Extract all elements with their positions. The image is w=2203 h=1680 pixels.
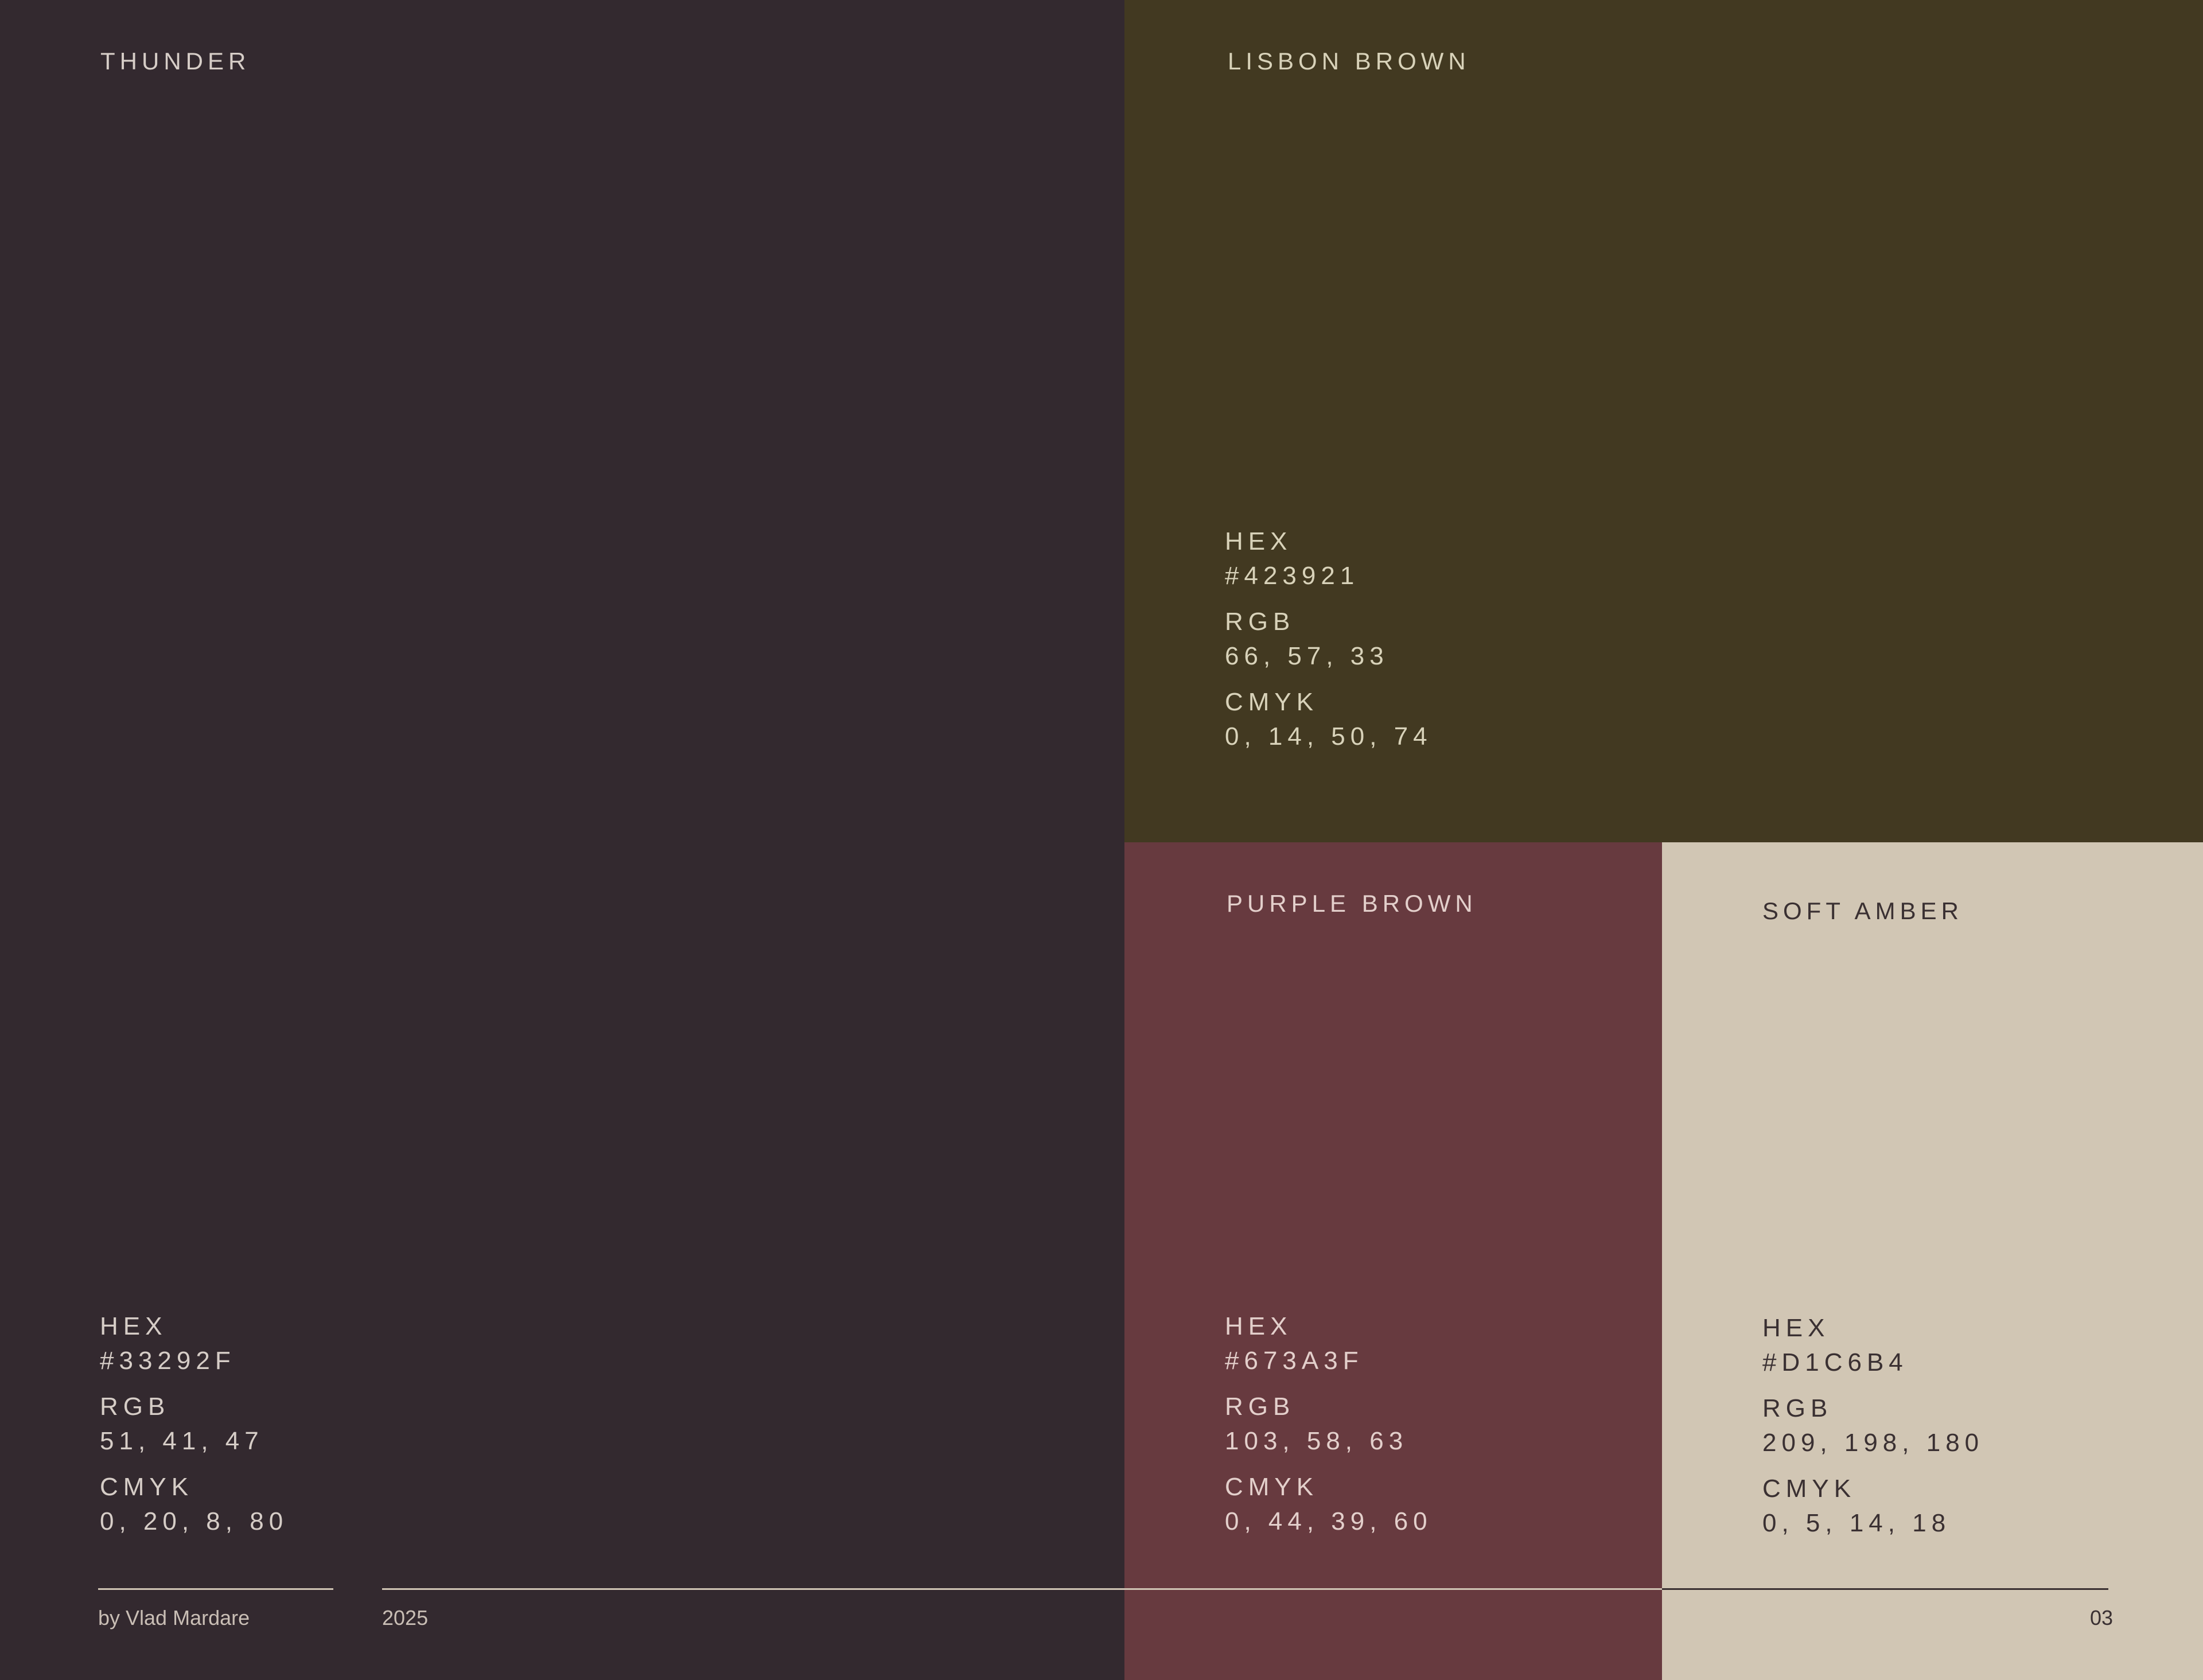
hex-value: #33292F: [100, 1347, 236, 1375]
page-number: 03: [2089, 1606, 2113, 1630]
cmyk-value: 0, 20, 8, 80: [100, 1507, 289, 1535]
hex-value: #D1C6B4: [1762, 1348, 1908, 1376]
hex-value: #423921: [1225, 562, 1360, 590]
hex-label: HEX: [100, 1312, 168, 1340]
hex-label: HEX: [1225, 1312, 1293, 1340]
cmyk-label: CMYK: [1225, 1473, 1319, 1501]
color-specs: HEX #D1C6B4 RGB 209, 198, 180 CMYK 0, 5,…: [1762, 1316, 1984, 1557]
color-specs: HEX #423921 RGB 66, 57, 33 CMYK 0, 14, 5…: [1225, 529, 1433, 770]
color-specs: HEX #33292F RGB 51, 41, 47 CMYK 0, 20, 8…: [100, 1314, 288, 1555]
rgb-value: 103, 58, 63: [1225, 1427, 1408, 1455]
footer-author: by Vlad Mardare: [98, 1606, 250, 1630]
color-specs: HEX #673A3F RGB 103, 58, 63 CMYK 0, 44, …: [1225, 1314, 1433, 1555]
cmyk-value: 0, 14, 50, 74: [1225, 722, 1433, 750]
cmyk-label: CMYK: [1225, 688, 1319, 716]
cmyk-value: 0, 44, 39, 60: [1225, 1507, 1433, 1535]
footer-divider-main: [382, 1588, 1662, 1590]
rgb-label: RGB: [1225, 1393, 1295, 1421]
swatch-name: LISBON BROWN: [1228, 48, 1470, 75]
cmyk-label: CMYK: [100, 1473, 194, 1501]
hex-label: HEX: [1762, 1314, 1830, 1342]
footer-divider-right: [1662, 1588, 2108, 1590]
rgb-label: RGB: [100, 1393, 170, 1421]
swatch-soft-amber: SOFT AMBER HEX #D1C6B4 RGB 209, 198, 180…: [1662, 842, 2203, 1680]
hex-label: HEX: [1225, 527, 1293, 555]
hex-value: #673A3F: [1225, 1347, 1364, 1375]
rgb-label: RGB: [1762, 1394, 1833, 1422]
footer-year: 2025: [382, 1606, 429, 1630]
swatch-name: THUNDER: [100, 48, 251, 75]
swatch-purple-brown: PURPLE BROWN HEX #673A3F RGB 103, 58, 63…: [1124, 842, 1662, 1680]
cmyk-value: 0, 5, 14, 18: [1762, 1509, 1951, 1537]
swatch-name: SOFT AMBER: [1762, 897, 1963, 924]
swatch-thunder: THUNDER HEX #33292F RGB 51, 41, 47 CMYK …: [0, 0, 1124, 1680]
rgb-value: 66, 57, 33: [1225, 642, 1389, 670]
rgb-value: 209, 198, 180: [1762, 1429, 1984, 1457]
rgb-label: RGB: [1225, 608, 1295, 636]
footer-divider-left: [98, 1588, 333, 1590]
rgb-value: 51, 41, 47: [100, 1427, 264, 1455]
cmyk-label: CMYK: [1762, 1475, 1856, 1503]
swatch-name: PURPLE BROWN: [1227, 890, 1477, 917]
swatch-lisbon-brown: LISBON BROWN HEX #423921 RGB 66, 57, 33 …: [1124, 0, 2203, 842]
